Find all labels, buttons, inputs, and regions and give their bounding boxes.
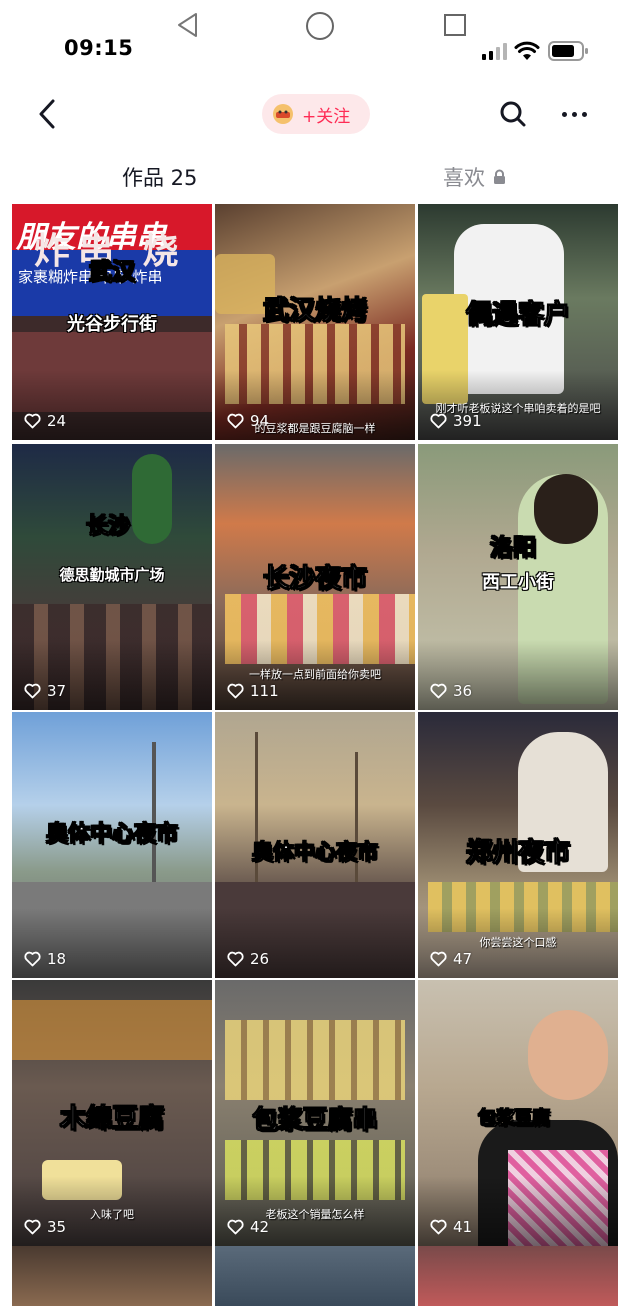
like-count: 47 bbox=[430, 950, 472, 968]
video-title: 包浆豆腐 bbox=[478, 1108, 551, 1130]
video-title: 偶遇客户 bbox=[465, 300, 570, 331]
search-icon bbox=[500, 101, 526, 127]
heart-icon bbox=[24, 683, 41, 699]
like-count: 94 bbox=[227, 412, 269, 430]
video-card[interactable]: 偶遇客户 刚才听老板说这个串咱卖着的是吧 391 bbox=[418, 204, 618, 440]
tab-works[interactable]: 作品 25 bbox=[122, 162, 197, 192]
video-subtitle: 德思勤城市广场 bbox=[59, 566, 165, 584]
back-button[interactable] bbox=[30, 94, 64, 134]
heart-icon bbox=[430, 413, 447, 429]
heart-icon bbox=[24, 951, 41, 967]
like-count: 18 bbox=[24, 950, 66, 968]
search-button[interactable] bbox=[496, 96, 530, 132]
video-title: 木绵豆腐 bbox=[59, 1104, 164, 1135]
video-card[interactable] bbox=[12, 1246, 212, 1306]
heart-icon bbox=[227, 413, 244, 429]
like-count: 36 bbox=[430, 682, 472, 700]
follow-button[interactable]: +关注 bbox=[262, 94, 370, 134]
system-back-icon[interactable] bbox=[176, 12, 200, 38]
video-card[interactable] bbox=[418, 1246, 618, 1306]
video-title: 洛阳 bbox=[490, 535, 537, 562]
video-subtitle: 西工小街 bbox=[482, 572, 554, 593]
heart-icon bbox=[227, 683, 244, 699]
signal-icon bbox=[482, 42, 508, 60]
more-icon bbox=[561, 111, 567, 117]
like-count: 24 bbox=[24, 412, 66, 430]
video-caption: 你尝尝这个口感 bbox=[479, 936, 557, 949]
video-card[interactable]: 武汉烧烤 的豆浆都是跟豆腐脑一样 94 bbox=[215, 204, 415, 440]
video-title: 奥体中心夜市 bbox=[45, 822, 178, 848]
system-home-icon[interactable] bbox=[306, 12, 334, 40]
video-caption: 一样放一点到前面给你卖吧 bbox=[249, 668, 381, 681]
tab-works-label: 作品 25 bbox=[122, 166, 198, 190]
heart-icon bbox=[430, 1219, 447, 1235]
system-recents-icon[interactable] bbox=[444, 14, 466, 36]
video-title: 长沙 bbox=[86, 514, 131, 540]
video-card[interactable]: 长沙 德思勤城市广场 37 bbox=[12, 444, 212, 710]
wifi-icon bbox=[514, 41, 540, 60]
video-subtitle: 光谷步行街 bbox=[67, 314, 157, 335]
video-card[interactable]: 奥体中心夜市 26 bbox=[215, 712, 415, 978]
video-title: 奥体中心夜市 bbox=[252, 840, 379, 865]
heart-icon bbox=[227, 951, 244, 967]
video-title: 包浆豆腐串 bbox=[252, 1105, 378, 1135]
battery-icon bbox=[548, 41, 588, 61]
partial-row bbox=[12, 1246, 618, 1306]
video-title: 武汉 bbox=[89, 259, 136, 286]
video-card[interactable] bbox=[215, 1246, 415, 1306]
like-count: 37 bbox=[24, 682, 66, 700]
tab-likes-label: 喜欢 bbox=[443, 166, 485, 190]
status-time: 09:15 bbox=[64, 36, 134, 60]
video-card[interactable]: 洛阳 西工小街 36 bbox=[418, 444, 618, 710]
heart-icon bbox=[430, 683, 447, 699]
video-card[interactable]: 木绵豆腐 入味了吧 35 bbox=[12, 980, 212, 1246]
like-count: 42 bbox=[227, 1218, 269, 1236]
video-title: 武汉烧烤 bbox=[262, 296, 367, 327]
video-card[interactable]: 奥体中心夜市 18 bbox=[12, 712, 212, 978]
lock-icon bbox=[494, 169, 505, 184]
heart-icon bbox=[227, 1219, 244, 1235]
video-card[interactable]: 包浆豆腐 41 bbox=[418, 980, 618, 1246]
heart-icon bbox=[24, 1219, 41, 1235]
nav-bar: +关注 bbox=[0, 90, 640, 140]
video-card[interactable]: 长沙夜市 一样放一点到前面给你卖吧 111 bbox=[215, 444, 415, 710]
video-title: 郑州夜市 bbox=[465, 838, 570, 869]
back-icon bbox=[39, 99, 55, 129]
tab-likes[interactable]: 喜欢 bbox=[443, 162, 506, 192]
heart-icon bbox=[24, 413, 41, 429]
video-title: 长沙夜市 bbox=[262, 564, 367, 595]
video-card[interactable]: 郑州夜市 你尝尝这个口感 47 bbox=[418, 712, 618, 978]
follow-label: +关注 bbox=[302, 106, 351, 127]
like-count: 391 bbox=[430, 412, 482, 430]
like-count: 41 bbox=[430, 1218, 472, 1236]
video-card[interactable]: 朋友的串串 家裹糊炸串 串串 炸串 炸串 烧 武汉 光谷步行街 24 bbox=[12, 204, 212, 440]
more-button[interactable] bbox=[554, 96, 594, 132]
heart-icon bbox=[430, 951, 447, 967]
avatar-icon bbox=[273, 104, 293, 124]
profile-tabs: 作品 25 喜欢 bbox=[0, 150, 640, 200]
like-count: 26 bbox=[227, 950, 269, 968]
like-count: 35 bbox=[24, 1218, 66, 1236]
like-count: 111 bbox=[227, 682, 279, 700]
video-card[interactable]: 包浆豆腐串 老板这个销量怎么样 42 bbox=[215, 980, 415, 1246]
